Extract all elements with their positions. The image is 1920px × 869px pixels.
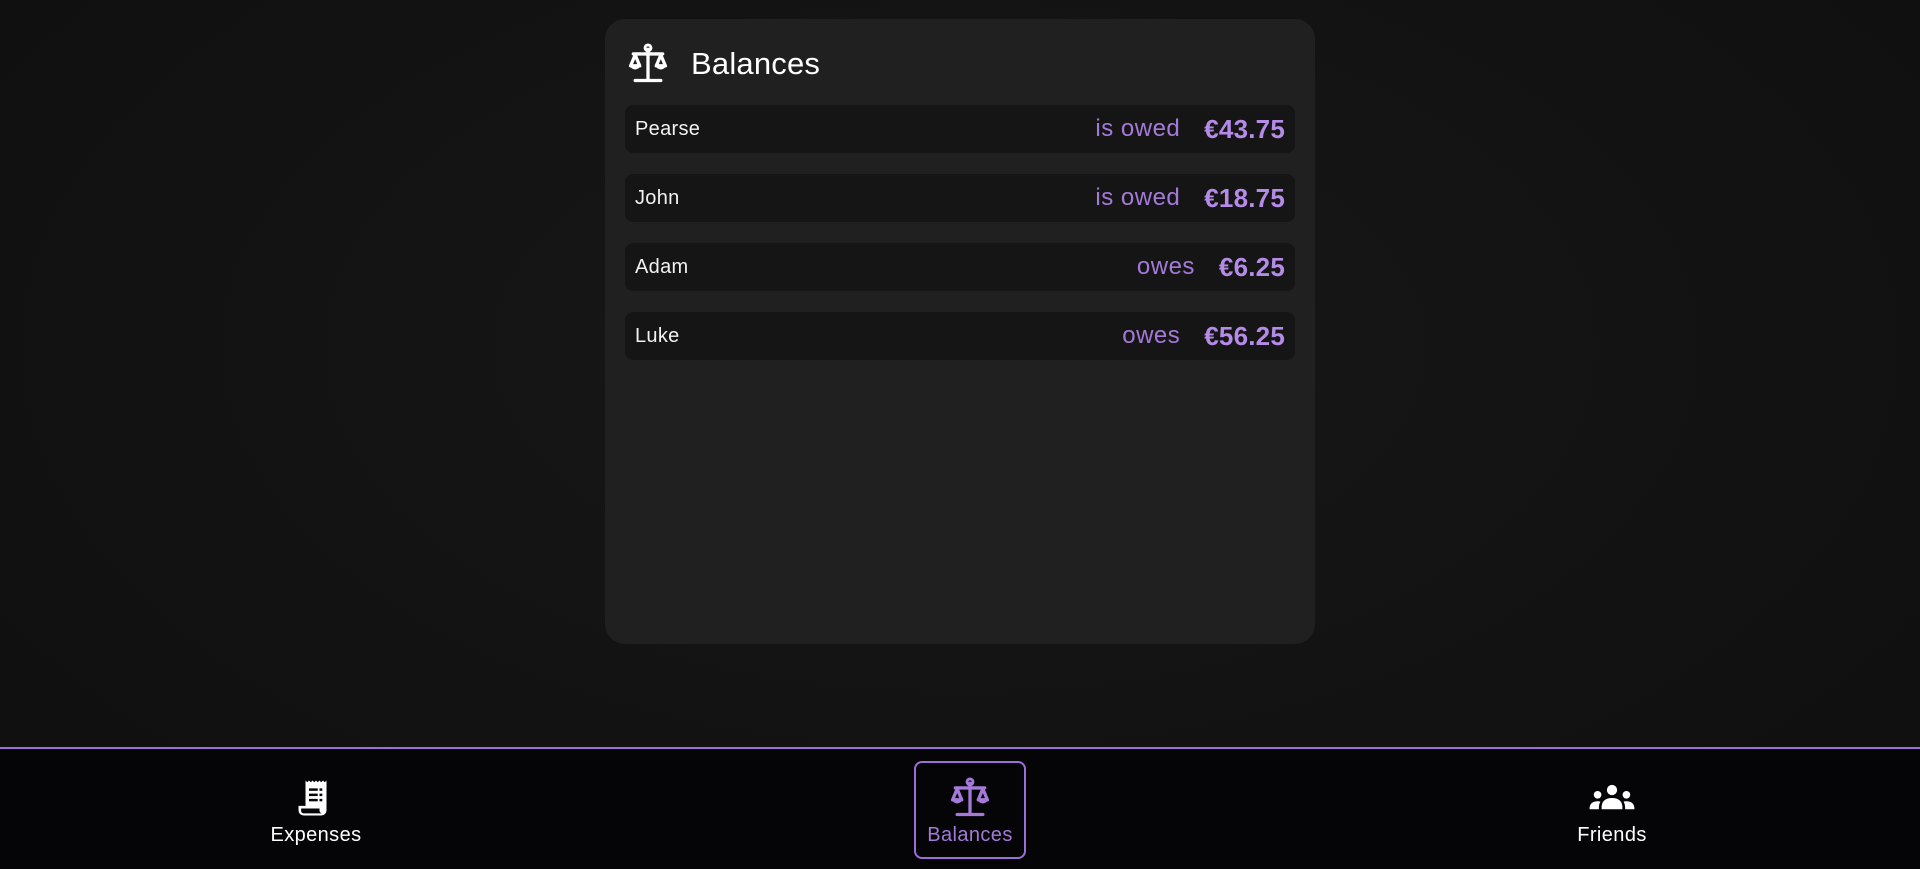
balance-name: Luke xyxy=(635,324,680,347)
balances-card: Balances Pearse is owed €43.75 John is o… xyxy=(605,19,1315,644)
balance-amount: €6.25 xyxy=(1218,251,1285,282)
bottom-nav: Expenses Balances Friends xyxy=(0,747,1920,869)
balance-row[interactable]: John is owed €18.75 xyxy=(625,174,1295,222)
balance-row[interactable]: Pearse is owed €43.75 xyxy=(625,105,1295,153)
balance-status: owes xyxy=(1122,322,1181,349)
balance-status: is owed xyxy=(1095,184,1181,211)
balance-amount: €18.75 xyxy=(1204,182,1285,213)
nav-item-expenses[interactable]: Expenses xyxy=(260,761,372,859)
group-icon xyxy=(1588,774,1636,822)
balance-status: is owed xyxy=(1095,115,1181,142)
balance-row[interactable]: Luke owes €56.25 xyxy=(625,312,1295,360)
nav-item-balances[interactable]: Balances xyxy=(914,761,1026,859)
balance-amount: €56.25 xyxy=(1204,320,1285,351)
nav-item-friends[interactable]: Friends xyxy=(1556,761,1668,859)
balance-status: owes xyxy=(1136,253,1195,280)
app-viewport: Balances Pearse is owed €43.75 John is o… xyxy=(0,0,1920,869)
scale-icon xyxy=(625,41,671,87)
balance-name: Adam xyxy=(635,255,689,278)
card-header: Balances xyxy=(625,41,1295,87)
balance-name: Pearse xyxy=(635,117,701,140)
nav-label: Expenses xyxy=(270,823,362,846)
scale-icon xyxy=(946,774,994,822)
nav-label: Friends xyxy=(1577,823,1647,846)
balance-name: John xyxy=(635,186,680,209)
card-title: Balances xyxy=(691,46,821,81)
receipt-icon xyxy=(292,774,340,822)
nav-label: Balances xyxy=(927,823,1013,846)
balance-list: Pearse is owed €43.75 John is owed €18.7… xyxy=(625,105,1295,360)
balance-row[interactable]: Adam owes €6.25 xyxy=(625,243,1295,291)
balance-amount: €43.75 xyxy=(1204,113,1285,144)
